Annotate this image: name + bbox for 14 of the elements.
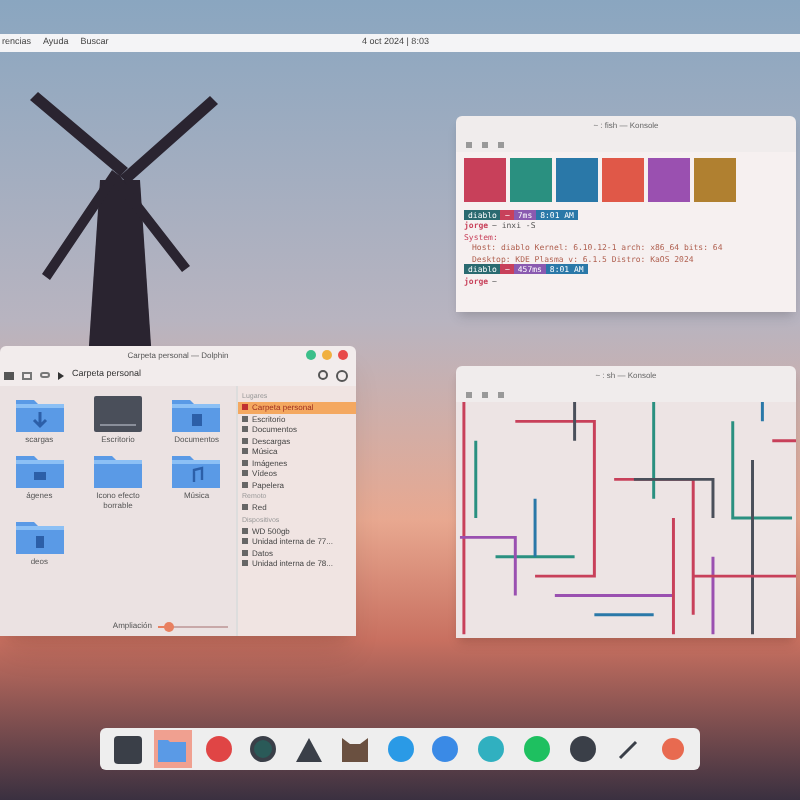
folder-icon	[93, 452, 142, 488]
folder-icon	[15, 452, 64, 488]
folder-icon	[172, 452, 221, 488]
caret-icon	[58, 371, 64, 379]
folder-icon	[15, 518, 64, 554]
minimize-icon[interactable]	[306, 350, 316, 360]
place-icon	[242, 504, 248, 511]
terminal-icon[interactable]	[108, 730, 146, 768]
folder-icon	[15, 396, 64, 432]
slider-handle[interactable]	[163, 621, 174, 631]
folder-icon	[172, 396, 221, 432]
desktop-folder-icon	[93, 396, 142, 432]
close-icon[interactable]	[338, 350, 348, 360]
maximize-icon[interactable]	[322, 350, 332, 360]
